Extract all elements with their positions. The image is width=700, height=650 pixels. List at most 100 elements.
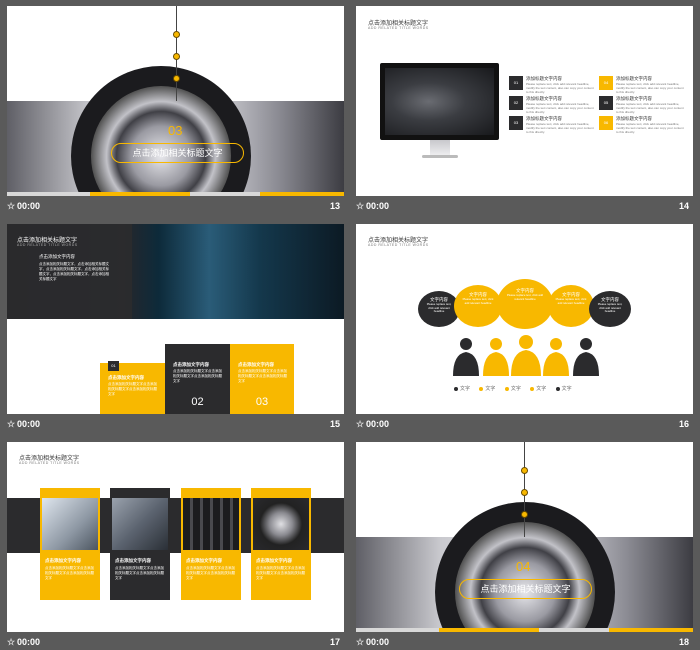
slide-timing: 00:00 bbox=[17, 201, 41, 211]
item-body: Please replace text, click add relevant … bbox=[616, 82, 684, 94]
slide-16: 点击添加相关标题文字 ADD RELATED TITLE WORDS 文字内容 … bbox=[356, 224, 693, 414]
card-body: 点击添加相关标题文字点击添加相关标题文字点击添加相关标题文字 bbox=[45, 566, 94, 580]
timeline-dot bbox=[521, 489, 528, 496]
slide-number: 14 bbox=[678, 201, 689, 211]
item-body: Please replace text, click add relevant … bbox=[526, 82, 594, 94]
item-body: Please replace text, click add relevant … bbox=[616, 122, 684, 134]
progress-fill bbox=[609, 628, 693, 632]
card-photo bbox=[42, 498, 98, 550]
monitor-frame bbox=[380, 63, 499, 140]
card-4: 点击添加文字内容 点击添加相关标题文字点击添加相关标题文字点击添加相关标题文字 bbox=[251, 488, 311, 600]
card-photo bbox=[183, 498, 239, 550]
item-badge: 04 bbox=[599, 76, 613, 90]
card-photo bbox=[112, 498, 168, 550]
slide-subtitle: ADD RELATED TITLE WORDS bbox=[17, 243, 78, 247]
box-heading: 点击添加文字内容 bbox=[238, 362, 274, 367]
speech-bubble: 文字内容 Please replace text, click add rele… bbox=[589, 291, 631, 327]
slide-timing: 00:00 bbox=[366, 419, 390, 429]
panel-heading: 点击添加文字内容 bbox=[39, 254, 75, 259]
card-body: 点击添加相关标题文字点击添加相关标题文字点击添加相关标题文字 bbox=[186, 566, 235, 580]
slide-number: 17 bbox=[329, 637, 340, 647]
card-3: 点击添加文字内容 点击添加相关标题文字点击添加相关标题文字点击添加相关标题文字 bbox=[181, 488, 241, 600]
box-02: 点击添加文字内容 点击添加相关标题文字点击添加相关标题文字点击添加相关标题文字 … bbox=[165, 344, 230, 414]
star-icon: ☆ bbox=[7, 201, 16, 211]
slide-timing: 00:00 bbox=[366, 201, 390, 211]
legend-item: 文字 bbox=[454, 386, 470, 392]
bubble-body: Please replace text, click add relevant … bbox=[597, 302, 623, 313]
progress-fill bbox=[439, 628, 539, 632]
card-heading: 点击添加文字内容 bbox=[115, 558, 151, 563]
progress-fill bbox=[90, 192, 190, 196]
star-icon: ☆ bbox=[356, 419, 365, 429]
timeline-dot bbox=[521, 511, 528, 518]
star-icon: ☆ bbox=[7, 419, 16, 429]
slide-number: 16 bbox=[678, 419, 689, 429]
box-heading: 点击添加文字内容 bbox=[173, 362, 209, 367]
slide-footer: ☆ 00:00 14 bbox=[356, 200, 693, 214]
panel-body: 点击添加相关标题文字，点击添加相关标题文字，点击添加相关标题文字，点击添加相关标… bbox=[39, 262, 109, 281]
item-badge: 06 bbox=[599, 116, 613, 130]
slide-subtitle: ADD RELATED TITLE WORDS bbox=[368, 26, 429, 30]
speech-bubble: 文字内容 Please replace text, click add rele… bbox=[497, 279, 553, 329]
card-body: 点击添加相关标题文字点击添加相关标题文字点击添加相关标题文字 bbox=[256, 566, 305, 580]
section-number: 04 bbox=[516, 559, 531, 574]
monitor-screen bbox=[385, 68, 494, 135]
box-number: 02 bbox=[191, 396, 204, 408]
legend: 文字 文字 文字 文字 文字 bbox=[454, 385, 572, 392]
item-badge: 01 bbox=[509, 76, 523, 90]
monitor-base bbox=[422, 155, 458, 158]
slide-footer: ☆ 00:00 13 bbox=[7, 200, 344, 214]
box-label: 01 bbox=[108, 361, 119, 371]
box-body: 点击添加相关标题文字点击添加相关标题文字点击添加相关标题文字 bbox=[173, 369, 222, 383]
star-icon: ☆ bbox=[356, 637, 365, 647]
progress-fill bbox=[260, 192, 344, 196]
card-heading: 点击添加文字内容 bbox=[186, 558, 222, 563]
legend-item: 文字 bbox=[555, 386, 572, 392]
slide-14: 点击添加相关标题文字 ADD RELATED TITLE WORDS 01 添加… bbox=[356, 6, 693, 196]
legend-item: 文字 bbox=[479, 386, 495, 392]
timeline-dot bbox=[173, 31, 180, 38]
bubble-body: Please replace text, click add relevant … bbox=[506, 293, 544, 301]
card-heading: 点击添加文字内容 bbox=[45, 558, 81, 563]
slide-footer: ☆ 00:00 16 bbox=[356, 418, 693, 432]
section-number: 03 bbox=[168, 123, 183, 138]
slide-timing: 00:00 bbox=[17, 637, 41, 647]
timeline-dot bbox=[173, 53, 180, 60]
box-03: 点击添加文字内容 点击添加相关标题文字点击添加相关标题文字点击添加相关标题文字 … bbox=[230, 344, 294, 414]
speech-bubble: 文字内容 Please replace text, click add rele… bbox=[454, 285, 502, 327]
slide-footer: ☆ 00:00 15 bbox=[7, 418, 344, 432]
box-heading: 点击添加文字内容 bbox=[108, 375, 144, 380]
legend-item: 文字 bbox=[530, 386, 546, 392]
card-body: 点击添加相关标题文字点击添加相关标题文字点击添加相关标题文字 bbox=[115, 566, 164, 580]
timeline-dot bbox=[521, 467, 528, 474]
card-photo bbox=[253, 498, 309, 550]
timeline-dot bbox=[173, 75, 180, 82]
slide-number: 13 bbox=[329, 201, 340, 211]
item-body: Please replace text, click add relevant … bbox=[526, 122, 594, 134]
people-silhouettes bbox=[453, 335, 599, 376]
item-body: Please replace text, click add relevant … bbox=[526, 102, 594, 114]
card-1: 点击添加文字内容 点击添加相关标题文字点击添加相关标题文字点击添加相关标题文字 bbox=[40, 488, 100, 600]
slide-timing: 00:00 bbox=[366, 637, 390, 647]
box-number: 03 bbox=[255, 396, 269, 408]
box-body: 点击添加相关标题文字点击添加相关标题文字点击添加相关标题文字 bbox=[108, 382, 157, 396]
item-badge: 02 bbox=[509, 96, 523, 110]
slide-13: 03 点击添加相关标题文字 bbox=[7, 6, 344, 196]
speech-bubble: 文字内容 Please replace text, click add rele… bbox=[548, 285, 594, 327]
item-body: Please replace text, click add relevant … bbox=[616, 102, 684, 114]
slide-17: 点击添加相关标题文字 ADD RELATED TITLE WORDS 点击添加文… bbox=[7, 442, 344, 632]
card-heading: 点击添加文字内容 bbox=[256, 558, 292, 563]
legend-item: 文字 bbox=[504, 386, 521, 392]
section-title: 点击添加相关标题文字 bbox=[111, 143, 244, 163]
slide-subtitle: ADD RELATED TITLE WORDS bbox=[19, 461, 80, 465]
monitor-stand bbox=[430, 140, 450, 156]
star-icon: ☆ bbox=[356, 201, 365, 211]
slide-number: 18 bbox=[678, 637, 689, 647]
item-badge: 05 bbox=[599, 96, 613, 110]
slide-number: 15 bbox=[329, 419, 340, 429]
star-icon: ☆ bbox=[7, 637, 16, 647]
bubble-body: Please replace text, click add relevant … bbox=[462, 297, 494, 305]
section-title: 点击添加相关标题文字 bbox=[459, 579, 592, 599]
item-badge: 03 bbox=[509, 116, 523, 130]
slide-15: 点击添加相关标题文字 ADD RELATED TITLE WORDS 点击添加文… bbox=[7, 224, 344, 414]
